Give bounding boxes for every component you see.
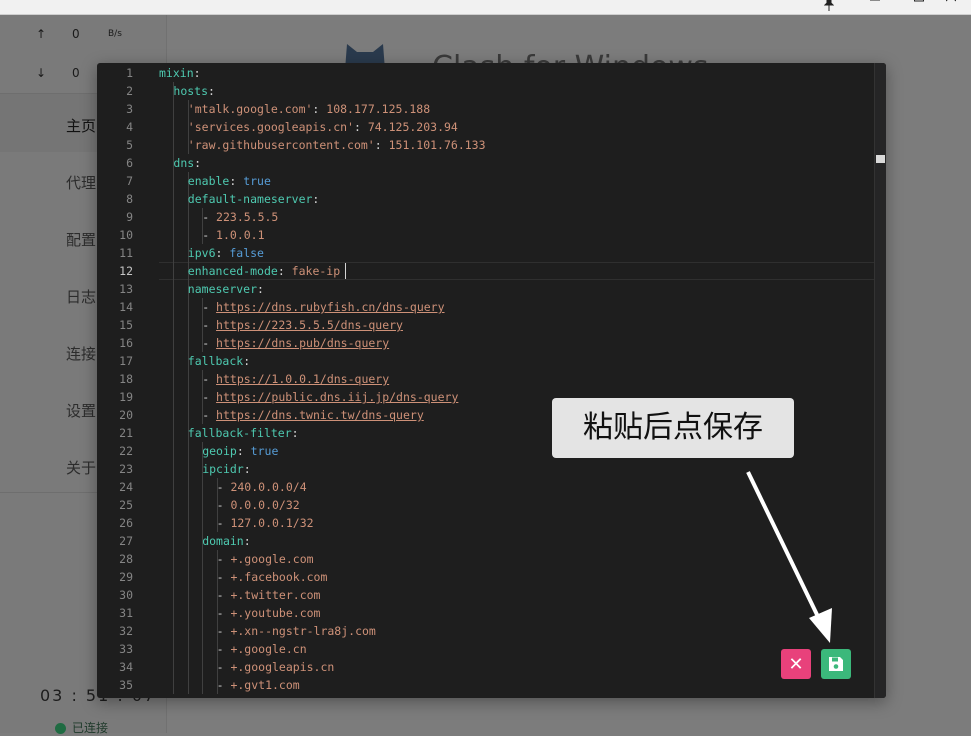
annotation-arrow-icon — [746, 471, 832, 643]
